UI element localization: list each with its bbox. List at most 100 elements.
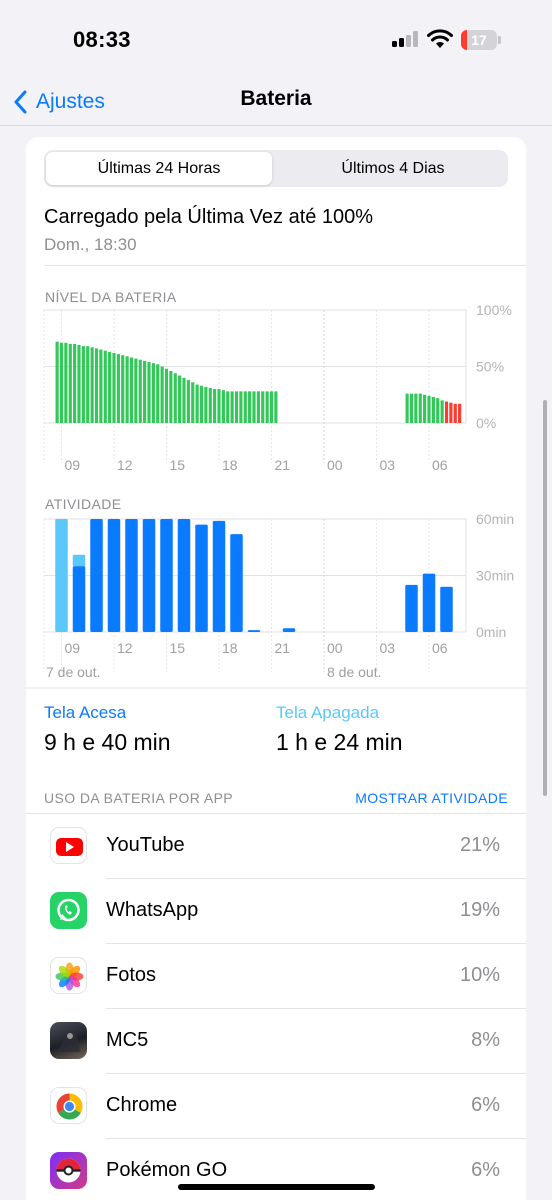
screen-on-bar <box>177 519 191 632</box>
app-name: WhatsApp <box>106 899 199 921</box>
battery-level-bar <box>239 391 243 423</box>
battery-level-bar <box>418 393 422 423</box>
screen-on-bar <box>405 584 418 632</box>
app-name: Pokémon GO <box>106 1159 228 1181</box>
battery-level-bar <box>427 395 431 423</box>
battery-level-bar <box>90 347 94 423</box>
screen-on-bar <box>230 534 243 632</box>
battery-level-bar <box>261 391 265 423</box>
battery-level-bar <box>405 393 409 423</box>
battery-level-bar <box>73 343 77 423</box>
battery-level-bar <box>164 368 169 423</box>
battery-level-bar <box>414 393 418 423</box>
screen-on-bar <box>212 520 226 632</box>
x-tick-label: 09 <box>65 640 81 656</box>
battery-y-label: 50% <box>476 359 504 375</box>
mc5-icon <box>50 1022 87 1059</box>
battery-level-bar <box>99 349 103 423</box>
battery-level-bar <box>64 342 68 423</box>
battery-level-bar <box>173 373 177 423</box>
x-tick-label: 12 <box>117 457 133 473</box>
app-percent: 6% <box>471 1094 500 1116</box>
battery-level-bar <box>59 342 64 423</box>
battery-level-bar <box>444 401 449 423</box>
date-label: 7 de out. <box>46 664 101 680</box>
status-bar: 08:33 17 <box>0 0 552 78</box>
battery-level-text: 17 <box>471 32 487 48</box>
app-row-pokemon-go[interactable]: Pokémon GO 6% <box>26 1139 526 1200</box>
battery-level-bar <box>440 400 444 423</box>
screen-on-bar <box>195 524 208 632</box>
battery-level-bar <box>436 398 440 423</box>
battery-y-label: 100% <box>476 302 512 318</box>
screen-on-label: Tela Acesa <box>44 703 127 722</box>
battery-level-bar <box>431 397 435 423</box>
battery-level-bar <box>453 403 457 423</box>
battery-level-bar <box>129 357 134 423</box>
screen-on-bar <box>72 566 86 632</box>
battery-level-bar <box>269 391 274 423</box>
battery-level-bar <box>274 391 278 423</box>
screen-off-bar <box>55 519 68 632</box>
screen-off-bar <box>72 554 86 567</box>
youtube-icon <box>50 827 87 864</box>
battery-level-bar <box>81 346 85 423</box>
app-name: Fotos <box>106 964 157 986</box>
scroll-indicator[interactable] <box>543 400 547 796</box>
battery-icon: 17 <box>461 30 501 50</box>
screen-on-bar <box>107 519 121 632</box>
screen-on-bar <box>247 630 261 632</box>
battery-level-bar <box>234 391 239 423</box>
x-tick-label: 06 <box>432 457 448 473</box>
x-tick-label: 21 <box>275 457 291 473</box>
x-tick-label: 06 <box>432 640 448 656</box>
app-row-youtube[interactable]: YouTube 21% <box>26 814 526 879</box>
battery-level-bar <box>182 377 186 423</box>
x-tick-label: 15 <box>170 457 186 473</box>
home-indicator[interactable] <box>178 1184 375 1190</box>
battery-level-bar <box>143 360 147 423</box>
app-row-mc5[interactable]: MC5 8% <box>26 1009 526 1074</box>
battery-level-bar <box>94 348 99 423</box>
battery-level-bar <box>169 371 173 423</box>
screen-on-bar <box>125 519 138 632</box>
x-tick-label: 18 <box>222 457 238 473</box>
app-percent: 10% <box>459 964 500 986</box>
battery-level-bar <box>213 389 217 423</box>
battery-level-bar <box>243 391 247 423</box>
battery-y-label: 0% <box>476 415 496 431</box>
app-percent: 21% <box>459 834 500 856</box>
battery-charts: 100% 50% 0% 09 12 15 18 21 00 03 06 60min 30min 0min 0… <box>26 302 526 689</box>
x-tick-label: 09 <box>65 457 81 473</box>
screen-on-bar <box>90 519 103 632</box>
app-percent: 19% <box>459 899 500 921</box>
battery-level-bar <box>103 350 107 423</box>
battery-level-bar <box>458 403 462 423</box>
battery-level-bar <box>68 343 72 423</box>
app-row-whatsapp[interactable]: WhatsApp 19% <box>26 879 526 944</box>
page-title: Bateria <box>240 87 312 110</box>
app-row-fotos[interactable]: Fotos 10% <box>26 944 526 1009</box>
navigation-bar: Ajustes Bateria <box>0 78 552 126</box>
x-tick-label: 21 <box>275 640 291 656</box>
battery-level-bar <box>195 384 199 423</box>
app-name: YouTube <box>106 834 185 856</box>
battery-level-bar <box>121 355 125 423</box>
screen-on-bar <box>422 573 436 632</box>
screen-on-bar <box>440 586 453 632</box>
battery-level-bar <box>147 361 151 423</box>
app-row-chrome[interactable]: Chrome 6% <box>26 1074 526 1139</box>
app-name: Chrome <box>106 1094 178 1116</box>
battery-level-bar <box>178 375 182 423</box>
battery-level-bar <box>199 385 204 423</box>
battery-level-bar <box>86 346 90 423</box>
battery-level-bar <box>125 356 129 423</box>
usage-by-app-header: USO DA BATERIA POR APP <box>44 790 234 806</box>
battery-level-bar <box>217 389 221 423</box>
show-activity-button[interactable]: MOSTRAR ATIVIDADE <box>355 790 508 806</box>
app-percent: 6% <box>471 1159 500 1181</box>
screen-on-bar <box>282 628 296 632</box>
x-tick-label: 03 <box>380 457 396 473</box>
screen-on-bar <box>142 519 156 632</box>
battery-level-bar <box>134 358 138 423</box>
